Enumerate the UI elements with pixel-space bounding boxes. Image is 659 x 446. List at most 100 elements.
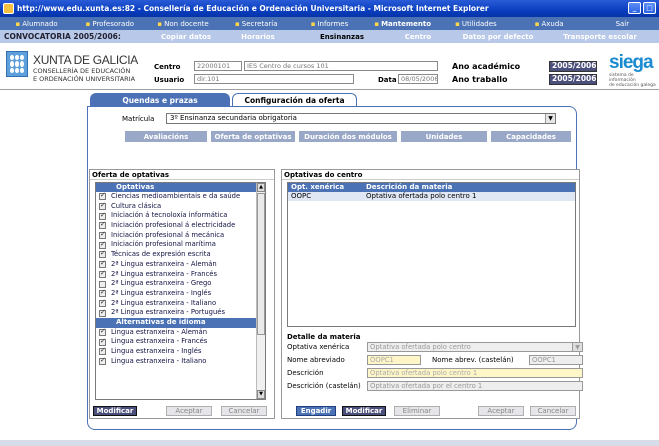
tab-quendas-e-prazas[interactable]: Quendas e prazas	[90, 93, 230, 107]
checkbox[interactable]	[99, 356, 106, 366]
list-item[interactable]: 2ª Lingua estranxeira - Grego	[96, 279, 265, 289]
submenu-datos-por-defecto[interactable]: Datos por defecto	[446, 33, 550, 41]
submenu-transporte-escolar[interactable]: Transporte escolar	[550, 33, 650, 41]
cancelar-button[interactable]: Cancelar	[221, 406, 267, 416]
sub-tabs: Avaliacións Oferta de optativas Duración…	[125, 131, 571, 142]
list-item[interactable]: 2ª Lingua estranxeira - Inglés	[96, 288, 265, 299]
submenu-ensinanzas[interactable]: Ensinanzas	[294, 33, 390, 41]
chevron-down-icon[interactable]: ▼	[572, 343, 582, 351]
table-row[interactable]: OOPC Optativa ofertada polo centro 1	[288, 192, 575, 201]
list-item[interactable]: Ciencias medioambientais e da saúde	[96, 191, 265, 202]
optativa-xenerica-label: Optativa xenérica	[287, 343, 350, 351]
list-item[interactable]: 2ª Lingua estranxeira - Alemán	[96, 259, 265, 270]
list-item[interactable]: Lingua estranxeira - Francés	[96, 337, 265, 347]
modificar-button[interactable]: Modificar	[93, 406, 137, 416]
nome-abrev-castelan-field[interactable]: OOPC1	[529, 355, 583, 365]
maximize-button[interactable]: □	[643, 2, 656, 14]
nome-abreviado-field[interactable]: OOPC1	[367, 355, 421, 365]
submenu-centro[interactable]: Centro	[390, 33, 446, 41]
engadir-button[interactable]: Engadir	[296, 406, 336, 416]
aceptar-button[interactable]: Aceptar	[166, 406, 212, 416]
list-item[interactable]: Iniciación profesional á electricidade	[96, 220, 265, 231]
list-item[interactable]: Lingua estranxeira - Alemán	[96, 327, 265, 338]
aceptar-detalle-button[interactable]: Aceptar	[478, 406, 524, 416]
descricion-field[interactable]: Optativa ofertada polo centro 1	[367, 368, 583, 378]
main-menu: ▪ Alumnado ▪ Profesorado ▪ Non docente ▪ Sec…	[0, 17, 659, 30]
usuario-field: dir.101	[194, 74, 354, 84]
checkbox[interactable]	[99, 211, 106, 220]
optativas-scrollbar[interactable]: ▲ ▼	[256, 183, 265, 399]
submenu-copiar-datos[interactable]: Copiar datos	[150, 33, 222, 41]
minimize-button[interactable]: _	[628, 2, 641, 14]
checkbox[interactable]	[99, 280, 106, 288]
checkbox[interactable]	[99, 308, 106, 317]
scroll-up-icon[interactable]: ▲	[257, 183, 265, 192]
matricula-select[interactable]: 3º Ensinanza secundaria obrigatoria ▼	[166, 113, 556, 124]
menu-mantemento[interactable]: ▪ Mantemento	[366, 20, 439, 28]
eliminar-button[interactable]: Eliminar	[394, 406, 440, 416]
list-item[interactable]: Iniciación profesional á mecánica	[96, 230, 265, 241]
subtab-duracion-dos-modulos[interactable]: Duración dos módulos	[299, 131, 397, 142]
list-item[interactable]: Iniciación á tecnoloxía informática	[96, 211, 265, 221]
tab-configuracion-da-oferta[interactable]: Configuración da oferta	[232, 93, 357, 107]
menu-non-docente[interactable]: ▪ Non docente	[146, 20, 219, 28]
scroll-thumb[interactable]	[257, 193, 265, 335]
submenu-horarios[interactable]: Horarios	[222, 33, 294, 41]
list-item-label: Iniciación profesional á electricidade	[111, 221, 236, 230]
checkbox[interactable]	[99, 337, 106, 346]
main-tabs: Quendas e prazas Configuración da oferta	[90, 93, 357, 107]
checkbox[interactable]	[99, 201, 106, 211]
centro-code-field: 22000101	[194, 61, 242, 71]
list-item[interactable]: Iniciación profesional marítima	[96, 240, 265, 250]
data-label: Data	[378, 76, 397, 84]
ano-academico-label: Ano académico	[452, 62, 521, 71]
checkbox[interactable]	[99, 220, 106, 230]
subtab-oferta-de-optativas[interactable]: Oferta de optativas	[211, 131, 295, 142]
list-item[interactable]: Lingua estranxeira - Italiano	[96, 356, 265, 367]
checkbox[interactable]	[99, 259, 106, 269]
menu-informes[interactable]: ▪ Informes	[293, 20, 366, 28]
list-item[interactable]: Lingua estranxeira - Inglés	[96, 346, 265, 357]
optativa-xenerica-select[interactable]: Optativa ofertada polo centro ▼	[367, 342, 583, 352]
checkbox[interactable]	[99, 240, 106, 249]
list-item-label: 2ª Lingua estranxeira - Francés	[111, 269, 218, 278]
subtab-capacidades[interactable]: Capacidades	[491, 131, 571, 142]
list-item-label: Iniciación á tecnoloxía informática	[111, 211, 228, 220]
list-item[interactable]: 2ª Lingua estranxeira - Francés	[96, 269, 265, 280]
scroll-down-icon[interactable]: ▼	[257, 390, 265, 399]
menu-axuda[interactable]: ▪ Axuda	[513, 20, 586, 28]
optativas-header: Optativas	[96, 183, 265, 192]
descricion-castelan-field[interactable]: Optativa ofertada por el centro 1	[367, 381, 583, 391]
subtab-unidades[interactable]: Unidades	[401, 131, 487, 142]
checkbox[interactable]	[99, 230, 106, 240]
list-item-label: Ciencias medioambientais e da saúde	[111, 192, 241, 200]
menu-utilidades[interactable]: ▪ Utilidades	[439, 20, 512, 28]
centro-name-field: IES Centro de cursos 101	[244, 61, 438, 71]
checkbox[interactable]	[99, 346, 106, 356]
list-item-label: Lingua estranxeira - Italiano	[111, 356, 207, 365]
list-item[interactable]: 2ª Lingua estranxeira - Portugués	[96, 308, 265, 318]
list-item[interactable]: Técnicas de expresión escrita	[96, 249, 265, 260]
chevron-down-icon[interactable]: ▼	[545, 114, 555, 123]
checkbox[interactable]	[99, 191, 106, 201]
checkbox[interactable]	[99, 327, 106, 337]
list-item[interactable]: Cultura clásica	[96, 201, 265, 212]
checkbox[interactable]	[99, 288, 106, 298]
list-item-label: 2ª Lingua estranxeira - Inglés	[111, 288, 212, 297]
menu-alumnado[interactable]: ▪ Alumnado	[0, 20, 73, 28]
menu-sair[interactable]: Saír	[586, 20, 659, 28]
checkbox[interactable]	[99, 298, 106, 308]
ano-academico-value: 2005/2006	[549, 61, 597, 72]
subtab-avaliacions[interactable]: Avaliacións	[125, 131, 207, 142]
list-item-label: Lingua estranxeira - Francés	[111, 337, 208, 346]
menu-secretaria[interactable]: ▪ Secretaría	[220, 20, 293, 28]
oferta-optativas-group: Oferta de optativas Optativas Ciencias m…	[89, 169, 275, 419]
cancelar-detalle-button[interactable]: Cancelar	[530, 406, 576, 416]
optativas-centro-table: Opt. xenérica Descrición da materia OOPC…	[287, 182, 576, 327]
menu-profesorado[interactable]: ▪ Profesorado	[73, 20, 146, 28]
checkbox[interactable]	[99, 249, 106, 259]
checkbox[interactable]	[99, 269, 106, 279]
list-item[interactable]: 2ª Lingua estranxeira - Italiano	[96, 298, 265, 309]
oferta-title: Oferta de optativas	[90, 170, 274, 180]
modificar-detalle-button[interactable]: Modificar	[342, 406, 386, 416]
